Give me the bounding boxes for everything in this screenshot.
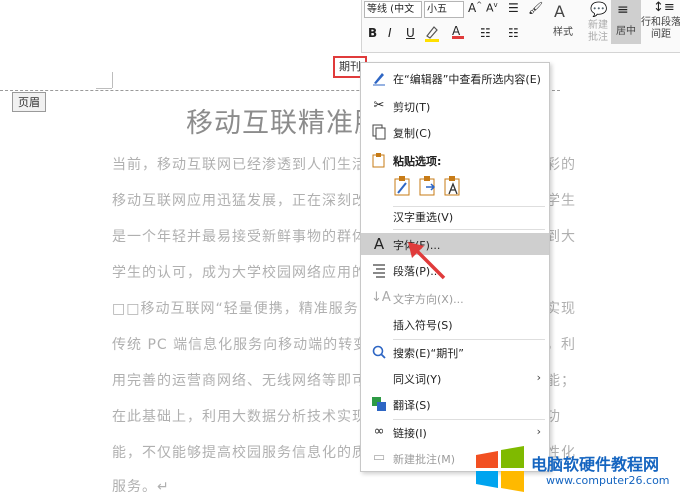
- body-line-tail: 彩的: [546, 157, 576, 173]
- clipboard-icon: [371, 152, 387, 168]
- chevron-right-icon: ›: [536, 371, 541, 384]
- pen-icon: [371, 70, 387, 86]
- search-icon: [371, 344, 387, 360]
- body-line-tail: ，利: [546, 337, 576, 353]
- format-painter-icon[interactable]: 🖌: [528, 1, 543, 15]
- menu-item-label: 插入符号(S): [393, 319, 453, 332]
- watermark-title: 电脑软硬件教程网: [531, 455, 660, 474]
- paste-keep-format-icon[interactable]: [393, 175, 413, 197]
- header-tag: 页眉: [12, 92, 46, 112]
- font-a-icon: A: [373, 235, 385, 253]
- body-line: 用完善的运营商网络、无线网络等即可访: [112, 373, 382, 389]
- menu-item-label: 搜索(E)“期刊”: [393, 347, 464, 360]
- menu-item-link[interactable]: ∞ 链接(I) ›: [361, 421, 549, 443]
- menu-item-translate[interactable]: 翻译(S): [361, 393, 549, 415]
- body-line: 在此基础上，利用大数据分析技术实现个: [112, 409, 382, 425]
- menu-item-label: 翻译(S): [393, 399, 431, 412]
- menu-item-search[interactable]: 搜索(E)“期刊”: [361, 341, 549, 363]
- menu-item-text-direction: ↓A 文字方向(X)...: [361, 287, 549, 309]
- body-line-tail: 实现: [546, 301, 576, 317]
- menu-item-label: 文字方向(X)...: [393, 293, 464, 306]
- body-line: 当前，移动互联网已经渗透到人们生活、生: [112, 157, 397, 173]
- numbering-icon[interactable]: ☷: [508, 26, 519, 40]
- watermark-url: www.computer26.com: [546, 474, 670, 487]
- font-name-dropdown[interactable]: 等线 (中文: [364, 1, 422, 18]
- menu-item-reconvert[interactable]: 汉字重选(V): [361, 205, 549, 227]
- menu-item-label: 粘贴选项:: [393, 155, 442, 168]
- font-size-dropdown[interactable]: 小五: [424, 1, 464, 18]
- italic-button[interactable]: I: [388, 26, 392, 40]
- body-line: 传统 PC 端信息化服务向移动端的转变，: [112, 337, 384, 353]
- line-spacing-icon[interactable]: ↕≡: [653, 0, 675, 15]
- font-color-icon[interactable]: A: [452, 24, 464, 39]
- new-comment-icon: 💬: [590, 2, 608, 18]
- chevron-right-icon: ›: [536, 425, 541, 438]
- bold-button[interactable]: B: [368, 26, 377, 40]
- center-align-label: 居中: [616, 26, 636, 37]
- windows-logo-icon: [476, 446, 524, 492]
- scissors-icon: ✂: [373, 98, 385, 113]
- body-line: 服务。↵: [112, 479, 170, 495]
- paste-text-only-icon[interactable]: [443, 175, 463, 197]
- bullets-icon[interactable]: ☷: [480, 26, 491, 40]
- header-corner-mark: [112, 72, 113, 88]
- line-spacing-label[interactable]: 行和段落 间距: [640, 17, 680, 41]
- menu-item-insert-symbol[interactable]: 插入符号(S): [361, 313, 549, 335]
- body-line: 学生的认可，成为大学校园网络应用的一: [112, 265, 382, 281]
- menu-item-paste-options: 粘贴选项:: [361, 149, 549, 171]
- body-line: 移动互联网应用迅猛发展，正在深刻改变: [112, 193, 382, 209]
- underline-button[interactable]: U: [406, 26, 415, 40]
- link-icon: ∞: [373, 424, 385, 439]
- menu-separator: [393, 229, 545, 230]
- menu-item-label: 同义词(Y): [393, 373, 442, 386]
- menu-item-label: 汉字重选(V): [393, 211, 454, 224]
- document-page: 页眉 期刊 移动互联精准服 当前，移动互联网已经渗透到人们生活、生 移动互联网应…: [0, 0, 680, 503]
- menu-item-label: 链接(I): [393, 427, 427, 440]
- styles-label[interactable]: 样式: [550, 27, 576, 39]
- center-align-icon: ≡: [617, 2, 629, 18]
- menu-item-view-in-editor[interactable]: 在“编辑器”中查看所选内容(E): [361, 67, 549, 89]
- menu-item-synonyms[interactable]: 同义词(Y) ›: [361, 367, 549, 389]
- menu-item-font[interactable]: A 字体(F)...: [361, 233, 549, 255]
- context-menu: 在“编辑器”中查看所选内容(E) ✂ 剪切(T) 复制(C) 粘贴选项: 汉字重…: [360, 62, 550, 472]
- shrink-font-icon[interactable]: Av: [486, 1, 498, 15]
- body-line-tail: 能；: [546, 373, 576, 389]
- bullet-list-icon[interactable]: ☰: [508, 1, 519, 15]
- comment-icon: ▭: [372, 450, 386, 465]
- styles-icon[interactable]: A: [554, 2, 565, 21]
- body-line: 能，不仅能够提高校园服务信息化的质量: [112, 445, 382, 461]
- highlight-icon[interactable]: [424, 24, 440, 45]
- menu-item-label: 新建批注(M): [393, 453, 456, 466]
- body-line-tail: 到大: [546, 229, 576, 245]
- body-line: 是一个年轻并最易接受新鲜事物的群体，: [112, 229, 382, 245]
- paragraph-icon: [371, 262, 387, 278]
- menu-item-paragraph[interactable]: 段落(P)...: [361, 259, 549, 281]
- text-direction-icon: ↓A: [371, 290, 391, 305]
- new-comment-label[interactable]: 新建 批注: [584, 20, 612, 44]
- pointer-arrow-icon: [408, 242, 446, 280]
- menu-separator: [393, 339, 545, 340]
- menu-item-label: 在“编辑器”中查看所选内容(E): [393, 73, 541, 86]
- translate-icon: [371, 396, 387, 412]
- body-line-tail: 学生: [546, 193, 576, 209]
- grow-font-icon[interactable]: A^: [468, 1, 482, 15]
- menu-item-label: 复制(C): [393, 127, 432, 140]
- copy-icon: [371, 124, 387, 140]
- menu-item-label: 剪切(T): [393, 101, 431, 114]
- menu-separator: [393, 419, 545, 420]
- body-line: □□移动互联网“轻量便携，精准服务”: [112, 301, 367, 317]
- menu-item-cut[interactable]: ✂ 剪切(T): [361, 95, 549, 117]
- paste-merge-format-icon[interactable]: [418, 175, 438, 197]
- header-corner-mark: [96, 88, 112, 89]
- document-title: 移动互联精准服: [186, 108, 382, 139]
- menu-item-copy[interactable]: 复制(C): [361, 121, 549, 143]
